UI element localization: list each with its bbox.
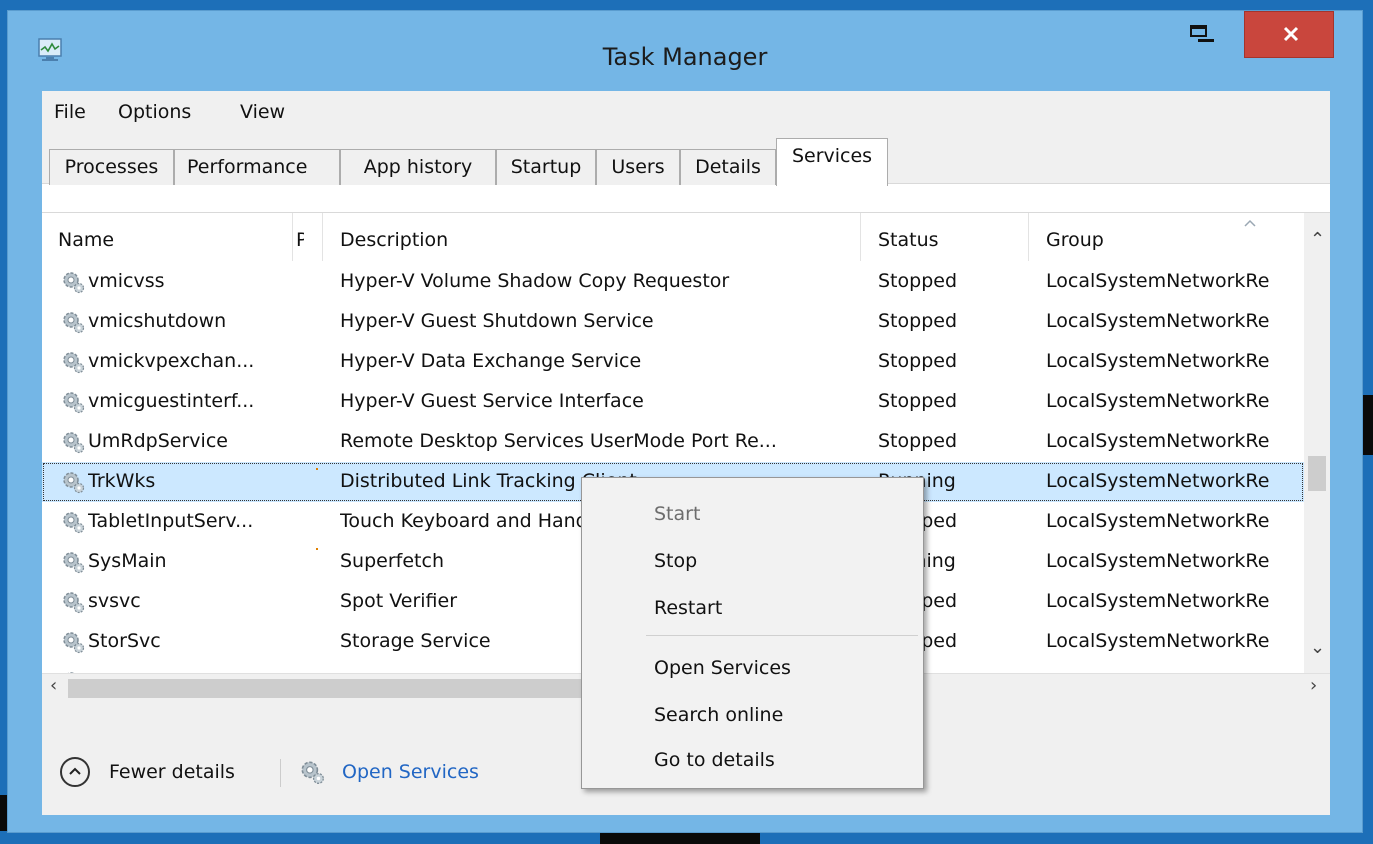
context-menu-stop[interactable]: Stop bbox=[654, 550, 697, 572]
menu-file[interactable]: File bbox=[54, 101, 86, 123]
gear-icon bbox=[63, 512, 85, 534]
menu-view[interactable]: View bbox=[240, 101, 285, 123]
chevron-up-icon[interactable] bbox=[60, 757, 90, 787]
title-bar[interactable]: Task Manager bbox=[8, 11, 1362, 91]
service-description: Hyper-V Guest Shutdown Service bbox=[340, 310, 654, 332]
service-group: LocalSystemNetworkRe bbox=[1046, 630, 1270, 652]
pid-marker bbox=[316, 548, 318, 550]
table-row[interactable]: vmicguestinterf... Hyper-V Guest Service … bbox=[42, 382, 1304, 422]
context-menu-separator bbox=[646, 635, 918, 636]
gear-icon bbox=[63, 432, 85, 454]
service-group: LocalSystemNetworkRe bbox=[1046, 430, 1270, 452]
column-divider[interactable] bbox=[292, 213, 293, 261]
service-description: Hyper-V Guest Service Interface bbox=[340, 390, 644, 412]
tab-performance[interactable]: Performance bbox=[174, 149, 340, 185]
service-name: svsvc bbox=[88, 590, 141, 612]
open-services-link[interactable]: Open Services bbox=[342, 761, 479, 783]
column-divider[interactable] bbox=[860, 213, 861, 261]
table-row[interactable]: vmicshutdown Hyper-V Guest Shutdown Servi… bbox=[42, 302, 1304, 342]
tab-users[interactable]: Users bbox=[596, 149, 680, 185]
scroll-right-arrow[interactable]: › bbox=[1310, 675, 1317, 696]
tab-app-history[interactable]: App history bbox=[340, 149, 496, 185]
service-status: Stopped bbox=[878, 430, 958, 452]
gear-icon bbox=[63, 392, 85, 414]
service-status: Stopped bbox=[878, 350, 958, 372]
service-name: SysMain bbox=[88, 550, 167, 572]
service-group: LocalSystemNetworkRe bbox=[1046, 470, 1270, 492]
footer-divider bbox=[280, 759, 281, 787]
close-button[interactable] bbox=[1244, 11, 1334, 58]
service-name: UmRdpService bbox=[88, 430, 228, 452]
sort-ascending-icon bbox=[1244, 219, 1256, 227]
context-menu-go-to-details[interactable]: Go to details bbox=[654, 749, 775, 771]
maximize-button[interactable] bbox=[1186, 11, 1230, 58]
close-icon bbox=[1283, 26, 1299, 42]
table-row[interactable]: vmickvpexchan... Hyper-V Data Exchange Se… bbox=[42, 342, 1304, 382]
service-group: LocalSystemNetworkRe bbox=[1046, 510, 1270, 532]
scroll-down-arrow[interactable]: ⌄ bbox=[1310, 637, 1325, 658]
service-name: vmicvss bbox=[88, 270, 165, 292]
service-name: StorSvc bbox=[88, 630, 161, 652]
scroll-left-arrow[interactable]: ‹ bbox=[50, 675, 57, 696]
service-name: vmicshutdown bbox=[88, 310, 227, 332]
gear-icon bbox=[63, 472, 85, 494]
desktop-background-stripe bbox=[1363, 395, 1373, 455]
tab-details[interactable]: Details bbox=[680, 149, 776, 185]
service-group: LocalSystemNetworkRe bbox=[1046, 350, 1270, 372]
gear-icon bbox=[63, 312, 85, 334]
column-header-status[interactable]: Status bbox=[878, 229, 939, 251]
context-menu-open-services[interactable]: Open Services bbox=[654, 657, 791, 679]
menu-options[interactable]: Options bbox=[118, 101, 191, 123]
column-divider[interactable] bbox=[1028, 213, 1029, 261]
column-header-name[interactable]: Name bbox=[58, 229, 114, 251]
vertical-scrollbar[interactable]: ⌃ ⌄ bbox=[1304, 213, 1330, 673]
service-name: TrkWks bbox=[88, 470, 156, 492]
gear-icon bbox=[63, 552, 85, 574]
gear-icon bbox=[63, 272, 85, 294]
menu-bar: File Options View bbox=[42, 91, 1330, 132]
context-menu-search-online[interactable]: Search online bbox=[654, 704, 783, 726]
fewer-details-label[interactable]: Fewer details bbox=[109, 761, 235, 783]
service-group: LocalSystemNetworkRe bbox=[1046, 310, 1270, 332]
context-menu-restart[interactable]: Restart bbox=[654, 597, 722, 619]
service-group: LocalSystemNetworkRe bbox=[1046, 550, 1270, 572]
service-status: Stopped bbox=[878, 390, 958, 412]
service-name: vmicguestinterf... bbox=[88, 390, 255, 412]
table-row[interactable]: UmRdpService Remote Desktop Services User… bbox=[42, 422, 1304, 462]
context-menu-start: Start bbox=[654, 503, 701, 525]
column-header-pid[interactable]: P bbox=[296, 229, 304, 251]
tab-processes[interactable]: Processes bbox=[49, 149, 174, 185]
service-description: Hyper-V Data Exchange Service bbox=[340, 350, 642, 372]
column-header-group[interactable]: Group bbox=[1046, 229, 1104, 251]
service-name: TabletInputServ... bbox=[88, 510, 254, 532]
scroll-up-arrow[interactable]: ⌃ bbox=[1310, 229, 1325, 250]
maximize-icon bbox=[1190, 25, 1207, 37]
service-group: LocalSystemNetworkRe bbox=[1046, 590, 1270, 612]
gear-icon bbox=[63, 352, 85, 374]
service-group: LocalSystemNetworkRe bbox=[1046, 390, 1270, 412]
horizontal-scroll-thumb[interactable] bbox=[68, 679, 588, 698]
tab-strip: Processes Performance App history Startu… bbox=[42, 132, 1330, 186]
gear-icon bbox=[63, 632, 85, 654]
gear-icon bbox=[63, 592, 85, 614]
service-status: Stopped bbox=[878, 270, 958, 292]
tab-startup[interactable]: Startup bbox=[496, 149, 596, 185]
window-title: Task Manager bbox=[602, 43, 768, 71]
gear-icon bbox=[301, 761, 324, 784]
service-group: LocalSystemNetworkRe bbox=[1046, 270, 1270, 292]
service-name: vmickvpexchan... bbox=[88, 350, 255, 372]
column-divider[interactable] bbox=[322, 213, 323, 261]
service-status: Stopped bbox=[878, 310, 958, 332]
service-description: Hyper-V Volume Shadow Copy Requestor bbox=[340, 270, 730, 292]
column-header-description[interactable]: Description bbox=[340, 229, 448, 251]
desktop-background-stripe bbox=[600, 833, 760, 844]
service-description: Remote Desktop Services UserMode Port Re… bbox=[340, 430, 777, 452]
pid-marker bbox=[316, 468, 318, 470]
vertical-scroll-thumb[interactable] bbox=[1308, 456, 1326, 491]
table-row[interactable]: vmicvss Hyper-V Volume Shadow Copy Reques… bbox=[42, 262, 1304, 302]
context-menu: Start Stop Restart Open Services Search … bbox=[581, 477, 924, 789]
tab-services[interactable]: Services bbox=[776, 138, 888, 186]
